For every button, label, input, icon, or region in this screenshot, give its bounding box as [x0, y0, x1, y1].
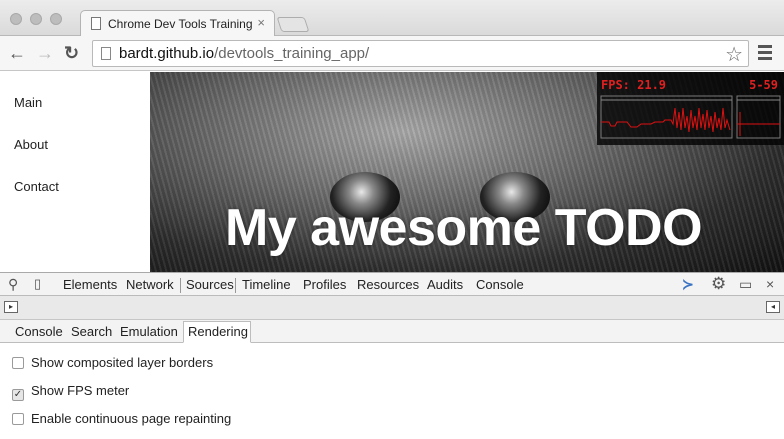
- gear-icon[interactable]: ⚙: [711, 274, 726, 294]
- page-icon: [101, 47, 111, 60]
- tab-network[interactable]: Network: [126, 277, 174, 292]
- browser-tab[interactable]: Chrome Dev Tools Training ×: [80, 10, 275, 37]
- checkbox[interactable]: [12, 357, 24, 369]
- option-label: Show composited layer borders: [31, 355, 214, 370]
- bookmark-star-icon[interactable]: ☆: [725, 42, 743, 67]
- dock-side-icon[interactable]: ▭: [739, 276, 752, 293]
- device-mode-icon[interactable]: ▯: [34, 276, 41, 292]
- fps-graph: [600, 95, 781, 139]
- close-devtools-icon[interactable]: ×: [766, 276, 774, 292]
- back-arrow-icon[interactable]: ←: [8, 42, 26, 64]
- drawer-tab-console[interactable]: Console: [15, 324, 63, 339]
- console-drawer-icon[interactable]: ≻: [682, 276, 694, 293]
- tab-resources[interactable]: Resources: [357, 277, 419, 292]
- forward-arrow-icon[interactable]: →: [36, 42, 54, 64]
- address-path: /devtools_training_app/: [214, 45, 370, 62]
- option-label: Enable continuous page repainting: [31, 411, 232, 426]
- address-host: bardt.github.io: [119, 45, 215, 62]
- reload-icon[interactable]: ↻: [64, 42, 79, 64]
- tab-separator: [235, 278, 236, 293]
- tab-profiles[interactable]: Profiles: [303, 277, 346, 292]
- tab-sources[interactable]: Sources: [186, 277, 234, 292]
- site-nav: Main About Contact: [0, 72, 150, 272]
- devtools-panel-strip: ▸ ◂: [0, 296, 784, 320]
- show-debugger-icon[interactable]: ◂: [766, 301, 780, 313]
- nav-link-contact[interactable]: Contact: [14, 179, 59, 194]
- tab-audits[interactable]: Audits: [427, 277, 463, 292]
- inspect-search-icon[interactable]: ⚲: [8, 276, 18, 293]
- option-show-fps-meter[interactable]: ✓ Show FPS meter: [12, 383, 129, 401]
- fps-meter: FPS: 21.9 5-59: [597, 72, 784, 145]
- hamburger-menu-icon[interactable]: [758, 45, 772, 63]
- option-continuous-repainting[interactable]: Enable continuous page repainting: [12, 411, 231, 426]
- new-tab-button[interactable]: [276, 17, 310, 32]
- close-window-button[interactable]: [10, 13, 22, 25]
- tab-separator: [180, 278, 181, 293]
- nav-link-about[interactable]: About: [14, 137, 48, 152]
- address-url[interactable]: bardt.github.io/devtools_training_app/: [119, 45, 369, 62]
- checkbox[interactable]: [12, 413, 24, 425]
- drawer-tab-search[interactable]: Search: [71, 324, 112, 339]
- nav-link-main[interactable]: Main: [14, 95, 42, 110]
- devtools-toolbar: ⚲ ▯ Elements Network Sources Timeline Pr…: [0, 272, 784, 296]
- option-composited-layer-borders[interactable]: Show composited layer borders: [12, 355, 213, 370]
- tab-timeline[interactable]: Timeline: [242, 277, 291, 292]
- tab-close-icon[interactable]: ×: [257, 15, 265, 30]
- drawer-tab-rendering[interactable]: Rendering: [188, 324, 248, 339]
- title-bar: Chrome Dev Tools Training ×: [0, 0, 784, 37]
- drawer-tabs: Console Search Emulation Rendering: [0, 320, 784, 343]
- option-label: Show FPS meter: [31, 383, 130, 398]
- zoom-window-button[interactable]: [50, 13, 62, 25]
- browser-toolbar: ← → ↻ bardt.github.io/devtools_training_…: [0, 36, 784, 71]
- drawer-tab-emulation[interactable]: Emulation: [120, 324, 178, 339]
- hero-title: My awesome TODO: [225, 199, 703, 257]
- address-bar[interactable]: bardt.github.io/devtools_training_app/ ☆: [92, 40, 749, 67]
- tab-elements[interactable]: Elements: [63, 277, 117, 292]
- checkbox[interactable]: ✓: [12, 389, 24, 401]
- tab-title: Chrome Dev Tools Training: [108, 17, 253, 31]
- show-navigator-icon[interactable]: ▸: [4, 301, 18, 313]
- tab-console[interactable]: Console: [476, 277, 524, 292]
- page-icon: [91, 17, 101, 30]
- minimize-window-button[interactable]: [30, 13, 42, 25]
